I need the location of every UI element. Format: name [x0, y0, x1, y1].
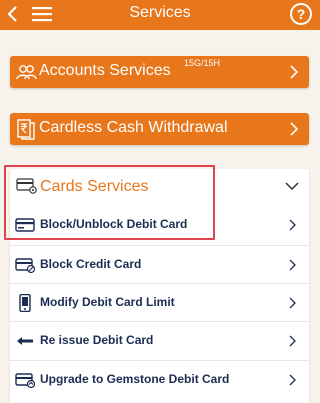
chevron-right-icon	[289, 335, 296, 347]
credit-card-lock-icon	[15, 258, 35, 274]
list-item-upgrade-gemstone-debit-card[interactable]: Upgrade to Gemstone Debit Card	[10, 360, 309, 398]
users-icon	[16, 65, 37, 80]
chevron-down-icon	[285, 182, 299, 191]
card-swap-arrow-icon	[17, 337, 33, 345]
chevron-right-icon	[290, 122, 299, 136]
list-item-modify-debit-card-limit[interactable]: Modify Debit Card Limit	[10, 283, 309, 321]
cardless-cash-withdrawal-label: Cardless Cash Withdrawal	[39, 119, 228, 136]
list-item-label: Block Credit Card	[40, 257, 142, 271]
chevron-right-icon	[289, 374, 296, 386]
help-icon[interactable]: ?	[290, 3, 312, 25]
accounts-services-label: Accounts Services	[39, 62, 171, 79]
card-upgrade-icon	[15, 373, 35, 389]
form-15g-15h-tag: 15G/15H	[184, 58, 221, 68]
page-title: Services	[129, 4, 191, 21]
chevron-right-icon	[289, 259, 296, 271]
highlight-box	[4, 165, 215, 240]
mobile-phone-icon	[19, 294, 31, 312]
list-item-label: Upgrade to Gemstone Debit Card	[40, 372, 230, 386]
list-item-block-credit-card[interactable]: Block Credit Card	[10, 245, 309, 283]
chevron-right-icon	[290, 65, 299, 79]
chevron-right-icon	[289, 219, 296, 231]
accounts-services-button[interactable]: Accounts Services 15G/15H	[10, 56, 309, 88]
chevron-right-icon	[289, 297, 296, 309]
rupee-note-icon	[17, 119, 35, 140]
top-app-bar: Services ?	[0, 0, 320, 30]
list-item-reissue-debit-card[interactable]: Re issue Debit Card	[10, 321, 309, 359]
list-item-label: Re issue Debit Card	[40, 333, 154, 347]
list-item-label: Modify Debit Card Limit	[40, 295, 175, 309]
cardless-cash-withdrawal-button[interactable]: Cardless Cash Withdrawal	[10, 113, 309, 145]
